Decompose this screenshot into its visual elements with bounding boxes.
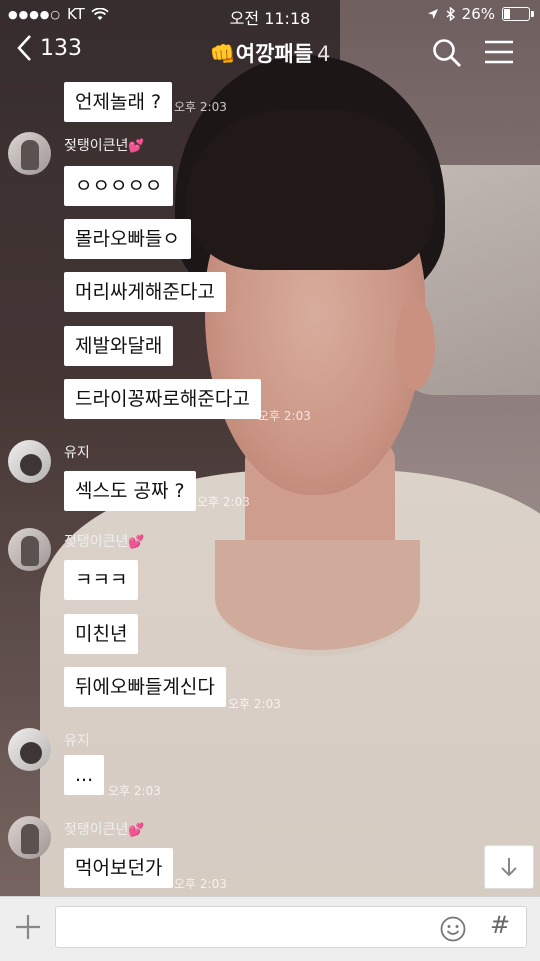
message-input[interactable]: [66, 915, 430, 941]
message-time: 오후 2:03: [228, 697, 281, 711]
sender-name: 젖탱이큰년💕: [64, 531, 145, 551]
location-arrow-icon: [427, 9, 438, 19]
sender-name-text: 젖탱이큰년: [64, 534, 129, 550]
sender-name-text: 젖탱이큰년: [64, 138, 129, 154]
sender-name: 유지: [64, 442, 90, 462]
message-row: 드라이꽁짜로해준다고: [64, 379, 261, 419]
sender-name: 젖탱이큰년💕: [64, 819, 145, 839]
message-row: ...: [64, 755, 105, 795]
heart-emoji: 💕: [128, 823, 145, 838]
message-row: 언제놀래 ?: [64, 82, 173, 122]
message-bubble[interactable]: 섹스도 공짜 ?: [64, 471, 196, 511]
hamburger-menu-icon: [485, 40, 513, 64]
battery-percent: 26%: [461, 5, 495, 23]
message-bubble[interactable]: 제발와달래: [64, 326, 174, 366]
bluetooth-icon: [446, 7, 455, 21]
search-icon: [433, 39, 461, 67]
message-row: 뒤에오빠들계신다: [64, 667, 226, 707]
menu-button[interactable]: [484, 38, 514, 70]
message-bubble[interactable]: 드라이꽁짜로해준다고: [64, 379, 261, 419]
message-bubble[interactable]: 뒤에오빠들계신다: [64, 667, 226, 707]
message-bubble[interactable]: 먹어보던가: [64, 848, 174, 888]
avatar[interactable]: [8, 440, 51, 483]
search-button[interactable]: [432, 38, 462, 72]
sender-name-text: 유지: [64, 733, 90, 749]
heart-emoji: 💕: [128, 139, 145, 154]
avatar[interactable]: [8, 816, 51, 859]
avatar[interactable]: [8, 728, 51, 771]
avatar[interactable]: [8, 528, 51, 571]
message-row: 머리싸게해준다고: [64, 272, 226, 312]
message-bubble[interactable]: ㅋㅋㅋ: [64, 560, 139, 600]
message-bubble[interactable]: ...: [64, 755, 105, 795]
message-time: 오후 2:03: [174, 877, 227, 891]
arrow-down-icon: [501, 858, 517, 877]
message-bubble[interactable]: ㅇㅇㅇㅇㅇ: [64, 166, 174, 206]
message-row: ㅇㅇㅇㅇㅇ: [64, 166, 174, 206]
emoji-icon: [440, 916, 466, 942]
message-bubble[interactable]: 언제놀래 ?: [64, 82, 173, 122]
message-row: 몰라오빠들ㅇ: [64, 219, 191, 259]
message-bubble[interactable]: 몰라오빠들ㅇ: [64, 219, 191, 259]
heart-emoji: 💕: [128, 535, 145, 550]
message-row: 먹어보던가: [64, 848, 174, 888]
avatar[interactable]: [8, 132, 51, 175]
sender-name: 유지: [64, 730, 90, 750]
chat-header: 133 👊여깡패들 4: [0, 28, 540, 80]
emoji-button[interactable]: [440, 916, 466, 946]
chat-room-name: 여깡패들: [235, 42, 314, 66]
input-bar: #: [0, 896, 540, 961]
sender-name-text: 젖탱이큰년: [64, 822, 129, 838]
sender-name: 젖탱이큰년💕: [64, 135, 145, 155]
message-bubble[interactable]: 머리싸게해준다고: [64, 272, 226, 312]
message-row: ㅋㅋㅋ: [64, 560, 139, 600]
plus-icon: [16, 915, 40, 939]
sender-name-text: 유지: [64, 445, 90, 461]
message-row: 섹스도 공짜 ?: [64, 471, 196, 511]
message-row: 제발와달래: [64, 326, 174, 366]
status-bar: ●●●●○ KT 오전 11:18 26%: [0, 0, 540, 28]
add-button[interactable]: [14, 913, 42, 945]
message-row: 미친년: [64, 614, 139, 654]
battery-icon: [502, 7, 534, 21]
scroll-down-button[interactable]: [484, 845, 534, 889]
message-list[interactable]: 언제놀래 ? 오후 2:03 젖탱이큰년💕 ㅇㅇㅇㅇㅇ 몰라오빠들ㅇ 머리싸게해…: [0, 80, 540, 895]
message-bubble[interactable]: 미친년: [64, 614, 139, 654]
hashtag-button[interactable]: #: [490, 911, 510, 939]
member-count: 4: [317, 42, 331, 66]
title-emoji: 👊: [209, 42, 236, 66]
message-input-box[interactable]: #: [55, 906, 527, 948]
